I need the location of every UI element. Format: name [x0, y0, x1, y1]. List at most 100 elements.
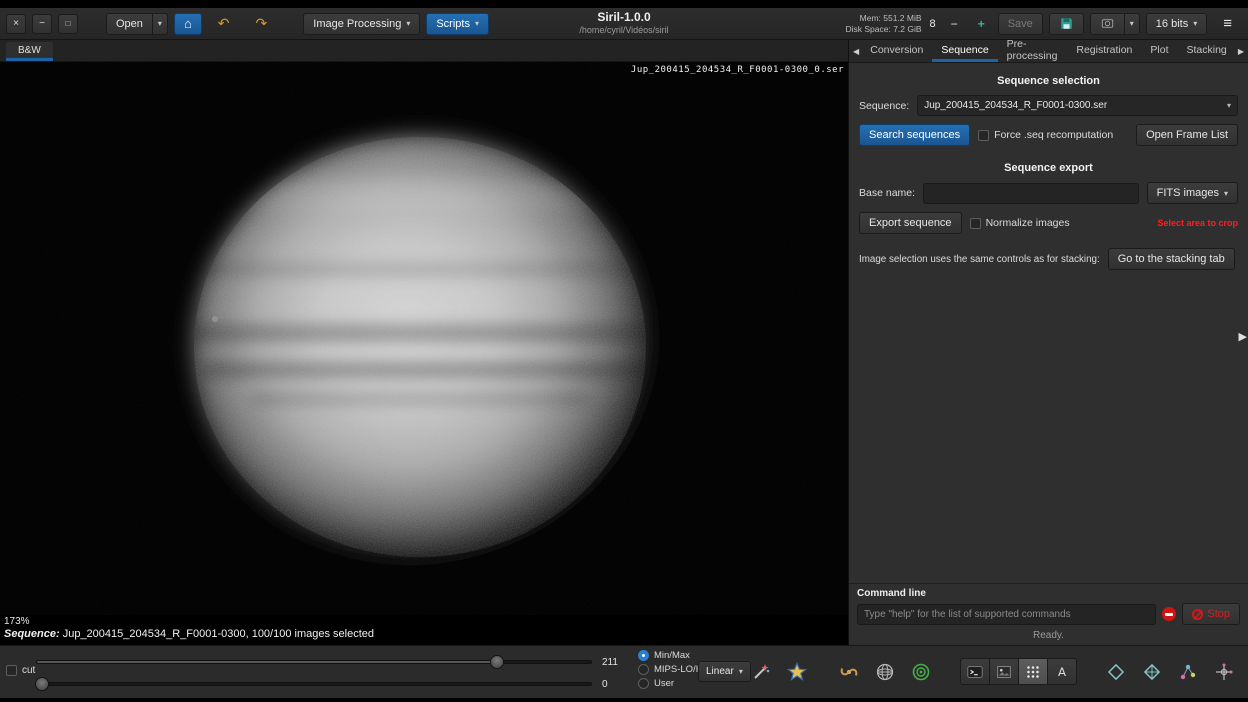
target-icon: [911, 662, 931, 682]
high-cutoff-slider[interactable]: [36, 654, 592, 670]
psf-nodes-button[interactable]: [1175, 659, 1201, 685]
close-icon: ×: [13, 18, 19, 29]
letter-a-icon: A: [1053, 663, 1071, 681]
stop-button-label: Stop: [1207, 608, 1230, 620]
maximize-button[interactable]: □: [58, 14, 78, 34]
open-button-label: Open: [116, 18, 143, 30]
image-icon: [995, 663, 1013, 681]
image-filename: Jup_200415_204534_R_F0001-0300_0.ser: [631, 65, 844, 75]
redo-button[interactable]: ↷: [246, 13, 278, 35]
no-entry-icon: [1162, 607, 1176, 621]
low-cutoff-slider[interactable]: [36, 676, 592, 692]
svg-text:A: A: [1058, 665, 1066, 679]
command-input[interactable]: [857, 604, 1156, 625]
image-canvas[interactable]: Jup_200415_204534_R_F0001-0300_0.ser: [0, 62, 848, 615]
tab-registration[interactable]: Registration: [1067, 40, 1141, 62]
force-seq-recomputation-checkbox[interactable]: Force .seq recomputation: [978, 129, 1113, 141]
export-sequence-button[interactable]: Export sequence: [859, 212, 962, 234]
slider-handle[interactable]: [35, 677, 49, 691]
threads-minus-button[interactable]: −: [944, 14, 965, 34]
slider-handle[interactable]: [490, 655, 504, 669]
panel-collapse-handle[interactable]: ▶: [1239, 330, 1247, 343]
console-view-button[interactable]: [960, 658, 990, 685]
image-processing-button[interactable]: Image Processing▾: [303, 13, 420, 35]
tabs-scroll-left[interactable]: ◀: [851, 40, 861, 62]
scripts-button[interactable]: Scripts▾: [426, 13, 489, 35]
undo-button[interactable]: ↶: [208, 13, 240, 35]
open-button[interactable]: Open: [106, 13, 153, 35]
base-name-input[interactable]: [923, 183, 1139, 204]
photometry-button[interactable]: [908, 659, 934, 685]
star-picker-button[interactable]: [784, 659, 810, 685]
open-frame-list-button[interactable]: Open Frame List: [1136, 124, 1238, 146]
tab-plot[interactable]: Plot: [1141, 40, 1177, 62]
stop-button[interactable]: Stop: [1182, 603, 1240, 625]
sequence-combobox[interactable]: Jup_200415_204534_R_F0001-0300.ser ▾: [917, 95, 1238, 116]
tab-conversion[interactable]: Conversion: [861, 40, 932, 62]
command-status-button[interactable]: [1162, 607, 1176, 621]
viewer-statusbar: 173% Sequence: Jup_200415_204534_R_F0001…: [0, 615, 848, 645]
chevron-down-icon: ▾: [158, 19, 162, 28]
slider-track[interactable]: [36, 660, 592, 664]
goto-stacking-tab-button[interactable]: Go to the stacking tab: [1108, 248, 1235, 270]
menu-button[interactable]: ≡: [1213, 13, 1242, 35]
open-dropdown-button[interactable]: ▾: [152, 13, 168, 35]
search-sequences-label: Search sequences: [869, 129, 960, 141]
working-directory: /home/cyril/Vidéos/siril: [579, 25, 668, 35]
aperture-button[interactable]: [1103, 659, 1129, 685]
checkbox-box: [970, 218, 981, 229]
deconvolution-button[interactable]: [836, 659, 862, 685]
tabs-scroll-right[interactable]: ▶: [1236, 40, 1246, 62]
dynamic-psf-button[interactable]: [1211, 659, 1237, 685]
slider-track[interactable]: [36, 682, 592, 686]
display-range-sliders: 211 0: [36, 651, 630, 695]
bit-depth-label: 16 bits: [1156, 18, 1188, 30]
checkbox-box: [6, 665, 17, 676]
normalize-images-checkbox[interactable]: Normalize images: [970, 217, 1070, 229]
chevron-down-icon: ▾: [1130, 19, 1134, 28]
snapshot-dropdown-button[interactable]: ▾: [1124, 13, 1140, 35]
tab-sequence[interactable]: Sequence: [932, 40, 997, 62]
home-button[interactable]: ⌂: [174, 13, 202, 35]
aperture-grid-button[interactable]: [1139, 659, 1165, 685]
header-bar: × − □ Open ▾ ⌂ ↶ ↷ Image Processing▾ Scr…: [0, 8, 1248, 40]
search-sequences-button[interactable]: Search sequences: [859, 124, 970, 146]
save-as-icon: [1059, 16, 1074, 31]
display-mode-selector[interactable]: Linear▾: [698, 661, 751, 682]
tab-pre-processing[interactable]: Pre-processing: [998, 40, 1068, 62]
radio-mips-lo-hi[interactable]: MIPS-LO/HI: [638, 663, 705, 676]
image-view-button[interactable]: [989, 658, 1019, 685]
radio-user[interactable]: User: [638, 677, 705, 690]
force-seq-recomputation-label: Force .seq recomputation: [994, 129, 1113, 141]
grid-view-button[interactable]: [1018, 658, 1048, 685]
sequence-status-value: Jup_200415_204534_R_F0001-0300, 100/100 …: [63, 628, 374, 640]
save-button-label: Save: [1008, 18, 1033, 30]
chevron-down-icon: ▾: [406, 19, 410, 28]
thread-count: 8: [930, 18, 936, 30]
cut-checkbox[interactable]: cut: [6, 665, 35, 676]
close-button[interactable]: ×: [6, 14, 26, 34]
radio-dot: [638, 678, 649, 689]
zoom-level: 173%: [4, 616, 848, 627]
star-icon: [787, 662, 807, 682]
threads-plus-button[interactable]: +: [971, 14, 992, 34]
minus-icon: −: [951, 17, 958, 31]
disk-space: Disk Space: 7.2 GiB: [845, 24, 921, 35]
open-frame-list-label: Open Frame List: [1146, 129, 1228, 141]
bit-depth-selector[interactable]: 16 bits▾: [1146, 13, 1207, 35]
radio-min-max[interactable]: Min/Max: [638, 649, 705, 662]
save-button[interactable]: Save: [998, 13, 1043, 35]
annotation-view-button[interactable]: A: [1047, 658, 1077, 685]
export-format-selector[interactable]: FITS images▾: [1147, 182, 1238, 204]
radio-min-max-label: Min/Max: [654, 650, 690, 661]
astrometry-button[interactable]: [872, 659, 898, 685]
wand-button[interactable]: [748, 659, 774, 685]
scripts-label: Scripts: [436, 18, 470, 30]
save-as-button[interactable]: [1049, 13, 1084, 35]
main-area: B&W: [0, 40, 1248, 645]
bottom-toolbar: cut 211 0 Min/Max MIPS-LO/HI User Linear…: [0, 645, 1248, 698]
tab-bw[interactable]: B&W: [6, 42, 53, 61]
tab-stacking[interactable]: Stacking: [1177, 40, 1235, 62]
snapshot-button[interactable]: [1090, 13, 1125, 35]
minimize-button[interactable]: −: [32, 14, 52, 34]
